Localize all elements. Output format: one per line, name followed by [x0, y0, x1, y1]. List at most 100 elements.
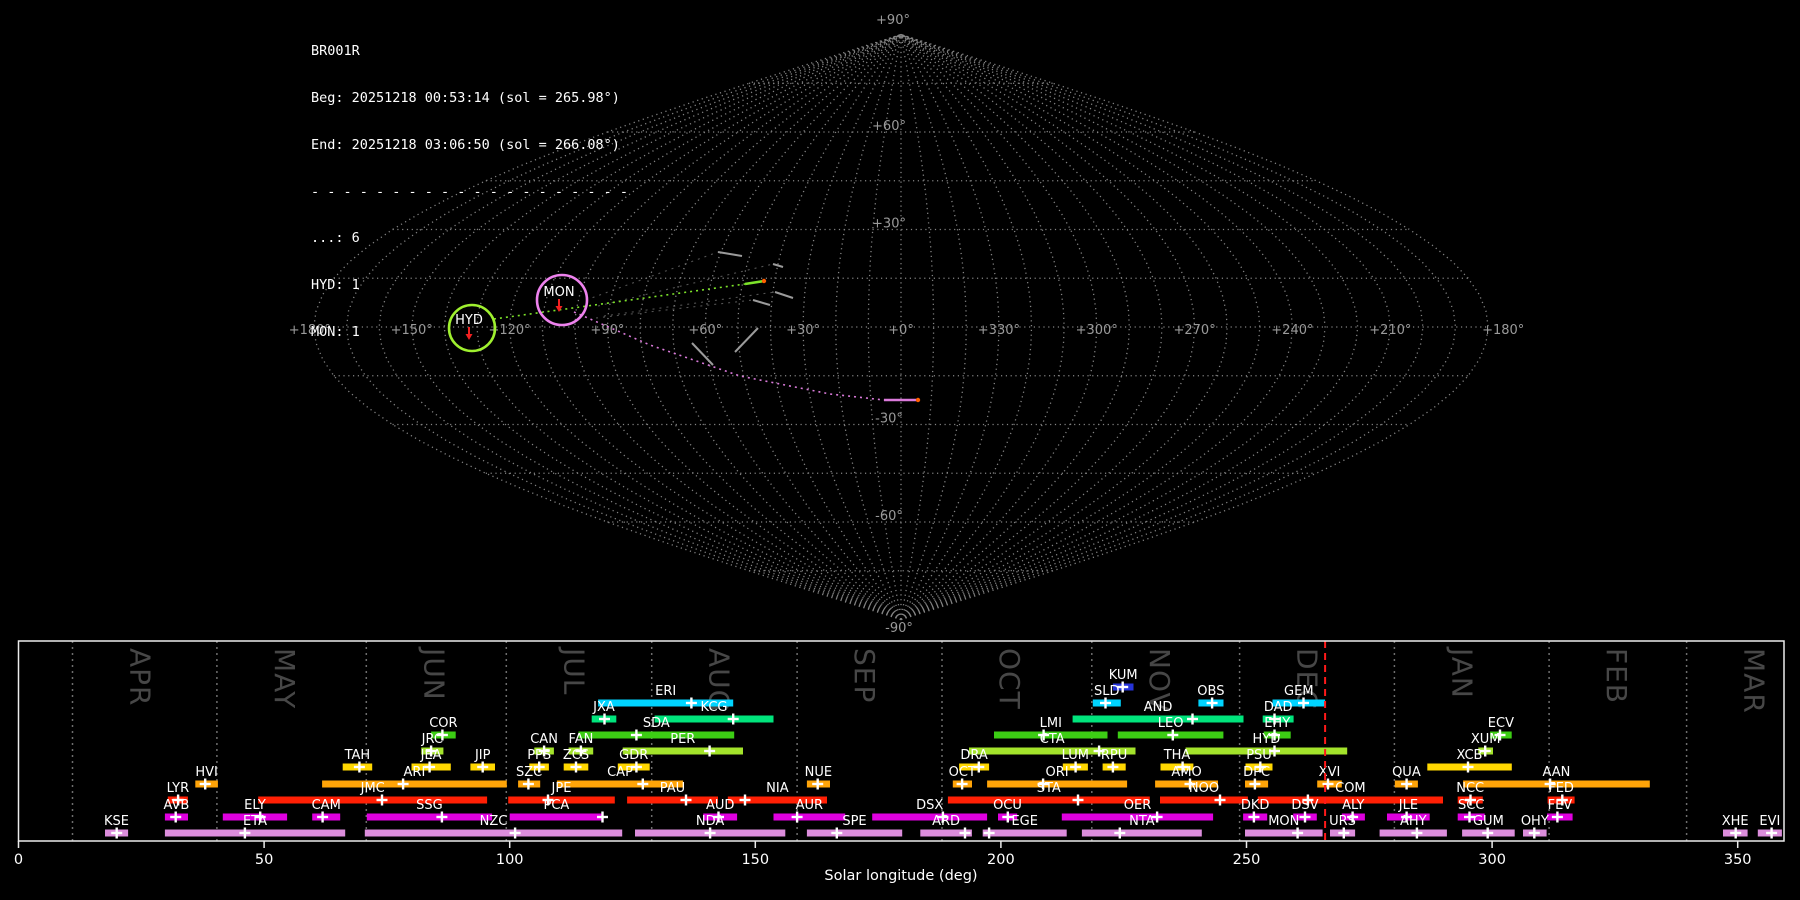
shower-label: FEV: [1548, 798, 1573, 813]
mon-count: MON: 1: [311, 323, 360, 340]
activity-timeline: APR MAY JUN JUL AUG SEP OCT NOV DEC JAN FEB MARKUME…: [14, 640, 1785, 884]
end-line: End: 20251218 03:06:50 (sol = 266.08°): [311, 136, 620, 153]
shower-label: NTA: [1129, 814, 1155, 829]
sporadic-meteor-trail: [752, 299, 771, 306]
shower-label: AMO: [1171, 765, 1201, 780]
shower-label: OCT: [949, 765, 976, 780]
lon-label: +30°: [786, 323, 820, 338]
shower-label: NCC: [1456, 781, 1484, 796]
month-label: APR: [124, 648, 157, 707]
lon-label: +210°: [1369, 323, 1411, 338]
shower-label: AVB: [163, 798, 189, 813]
shower-bar: [654, 715, 774, 723]
tick-label: 0: [14, 852, 23, 868]
association-line: [603, 291, 776, 317]
meteor-trail-tip: [761, 278, 767, 284]
shower-label: GDR: [619, 748, 648, 763]
shower-label: PAU: [660, 781, 685, 796]
shower-label: QUA: [1392, 765, 1421, 780]
shower-label: EHY: [1264, 716, 1290, 731]
shower-bar: [773, 813, 846, 821]
shower-label: AHY: [1400, 814, 1427, 829]
x-axis: 0 50 100 150 200 250 300 350 Solar longitude (de…: [14, 841, 1752, 884]
tick-label: 250: [1233, 852, 1261, 868]
shower-label: ETA: [243, 814, 267, 829]
month-label-group: FEB: [1600, 648, 1633, 704]
shower-label: MON: [1268, 814, 1299, 829]
month-label-group: OCT: [993, 648, 1026, 710]
shower-label: JXA: [592, 700, 615, 715]
shower-label: RPU: [1101, 748, 1127, 763]
lat-label: +30°: [872, 217, 906, 232]
month-label: JUL: [557, 646, 590, 695]
sporadic-meteor-trail: [734, 327, 759, 353]
shower-label: OBS: [1197, 684, 1224, 699]
month-label: MAR: [1738, 648, 1771, 714]
tick-label: 100: [496, 852, 524, 868]
shower-label: XCB: [1457, 748, 1483, 763]
shower-label: AND: [1144, 700, 1173, 715]
separator-line: - - - - - - - - - - - - - - - - - - - -: [311, 183, 628, 200]
shower-label: FED: [1548, 781, 1574, 796]
shower-label: JEA: [420, 748, 442, 763]
shower-label: ECV: [1488, 716, 1514, 731]
shower-bar: [1081, 829, 1202, 837]
lon-label: +240°: [1271, 323, 1313, 338]
lon-label: +60°: [688, 323, 722, 338]
shower-label: FAN: [568, 732, 593, 747]
shower-label: STA: [1037, 781, 1061, 796]
shower-label: KCG: [701, 700, 728, 715]
tick-label: 350: [1724, 852, 1752, 868]
tick-label: 300: [1478, 852, 1506, 868]
grid-meridian: [900, 33, 1391, 621]
month-label: MAY: [268, 648, 301, 709]
sporadic-meteor-trail: [774, 291, 794, 299]
shower-label: CAN: [530, 732, 558, 747]
shower-label: CAM: [312, 798, 341, 813]
shower-label: SSG: [416, 798, 443, 813]
shower-label: LYR: [167, 781, 190, 796]
tick-label: 200: [987, 852, 1015, 868]
shower-label: NZC: [480, 814, 508, 829]
tick-label: 150: [741, 852, 769, 868]
month-label: SEP: [848, 648, 881, 703]
shower-label: ELY: [244, 798, 266, 813]
shower-label: SCC: [1458, 798, 1484, 813]
grid-meridian: [900, 33, 1196, 621]
shower-bar: [806, 829, 903, 837]
month-label-group: APR: [124, 648, 157, 707]
shower-label: JPE: [551, 781, 572, 796]
lat-label: -60°: [875, 509, 903, 524]
month-label: FEB: [1600, 648, 1633, 704]
shower-label: PCA: [543, 798, 569, 813]
sporadic-meteor-trail: [772, 263, 784, 268]
shower-bars: KUM ERI SLD OBS GEM JXA KCG AND DAD COR SDA LMI LEO E…: [104, 668, 1782, 839]
shower-label: SLD: [1094, 684, 1120, 699]
shower-label: DAD: [1264, 700, 1293, 715]
shower-label: COM: [1335, 781, 1366, 796]
month-label: JUN: [417, 646, 450, 701]
shower-bar: [258, 796, 488, 804]
month-label-group: SEP: [848, 648, 881, 703]
shower-label: OER: [1124, 798, 1151, 813]
shower-label: KSE: [104, 814, 129, 829]
x-axis-label: Solar longitude (deg): [824, 868, 977, 884]
shower-label: DRA: [960, 748, 988, 763]
shower-label: PER: [670, 732, 695, 747]
shower-label: ORI: [1046, 765, 1069, 780]
shower-label: SDA: [643, 716, 670, 731]
shower-label: ARD: [932, 814, 960, 829]
lon-label: +180°: [1482, 323, 1524, 338]
lon-label: +270°: [1173, 323, 1215, 338]
shower-label: EGE: [1011, 814, 1038, 829]
pole-top-label: +90°: [876, 13, 910, 28]
shower-label: ERI: [655, 684, 676, 699]
shower-bar: [322, 780, 507, 788]
shower-label: XUM: [1471, 732, 1501, 747]
shower-bar: [1160, 796, 1248, 804]
shower-label: AAN: [1542, 765, 1570, 780]
shower-bar: [364, 829, 623, 837]
sporadic-meteor-trail: [691, 342, 714, 366]
month-label-group: JUL: [557, 646, 590, 695]
month-label-group: JAN: [1445, 646, 1478, 699]
